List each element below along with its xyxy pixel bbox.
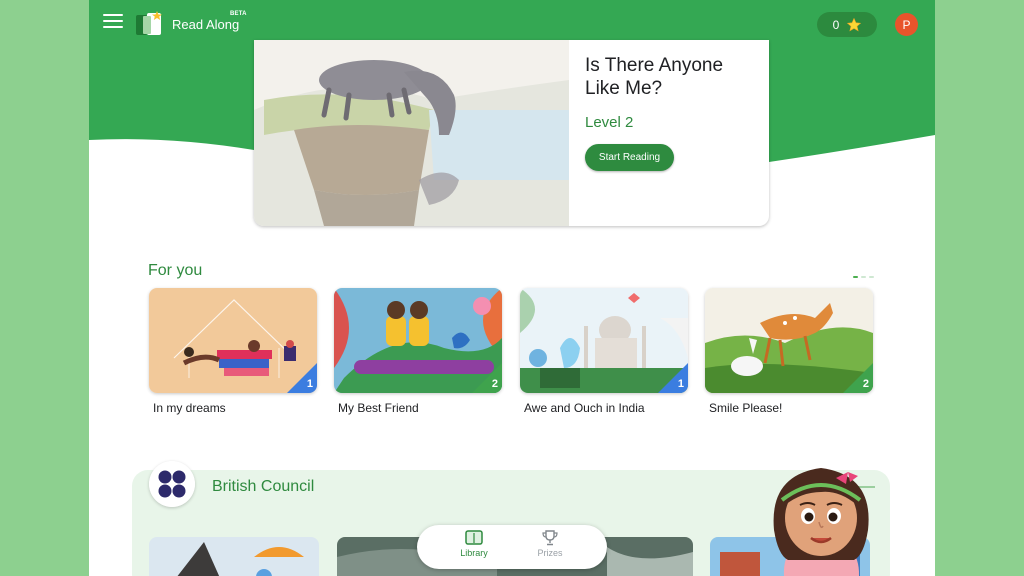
star-icon: [847, 17, 862, 31]
british-council-heading: British Council: [212, 478, 315, 495]
star-score-button[interactable]: 0: [817, 12, 877, 37]
book-card-my-best-friend[interactable]: 2 My Best Friend: [334, 288, 502, 415]
featured-book-title: Is There Anyone Like Me?: [585, 55, 724, 99]
book-card-smile-please[interactable]: 2 Smile Please!: [705, 288, 873, 415]
book-title: Smile Please!: [709, 401, 783, 415]
book-card-in-my-dreams[interactable]: 1 In my dreams: [149, 288, 317, 415]
level-badge: 2: [843, 363, 873, 393]
book-card-awe-and-ouch-in-india[interactable]: 1 Awe and Ouch in India: [520, 288, 688, 415]
featured-book-illustration: [254, 40, 569, 226]
profile-avatar[interactable]: P: [895, 13, 918, 36]
trophy-icon: [542, 530, 558, 546]
star-count: 0: [832, 17, 840, 32]
book-cover: 1: [149, 288, 317, 393]
level-badge: 2: [472, 363, 502, 393]
book-title: In my dreams: [153, 401, 226, 415]
book-cover: 2: [334, 288, 502, 393]
british-council-logo: [149, 461, 195, 507]
reading-buddy-character: [773, 468, 869, 576]
prizes-tab[interactable]: Prizes: [520, 530, 580, 558]
book-title: My Best Friend: [338, 401, 419, 415]
library-book-icon: [465, 530, 483, 545]
app-title: Read Along: [172, 17, 240, 32]
level-badge: 1: [287, 363, 317, 393]
carousel-pager[interactable]: [853, 276, 874, 278]
library-tab-label: Library: [460, 548, 488, 558]
bottom-navigation: Library Prizes: [417, 525, 607, 569]
start-reading-button[interactable]: Start Reading: [585, 144, 674, 171]
app-window: Read Along BETA 0 P Is There Anyone Like…: [89, 0, 935, 576]
book-logo-icon[interactable]: [135, 10, 165, 38]
for-you-heading: For you: [148, 262, 203, 279]
council-book-card[interactable]: [149, 537, 319, 576]
menu-icon[interactable]: [103, 14, 123, 34]
featured-book-level: Level 2: [585, 114, 634, 131]
beta-badge: BETA: [230, 11, 247, 17]
featured-book-card[interactable]: Is There Anyone Like Me? Level 2 Start R…: [254, 40, 769, 226]
book-cover: 2: [705, 288, 873, 393]
library-tab[interactable]: Library: [444, 530, 504, 558]
prizes-tab-label: Prizes: [537, 548, 563, 558]
book-cover: 1: [520, 288, 688, 393]
book-title: Awe and Ouch in India: [524, 401, 645, 415]
level-badge: 1: [658, 363, 688, 393]
